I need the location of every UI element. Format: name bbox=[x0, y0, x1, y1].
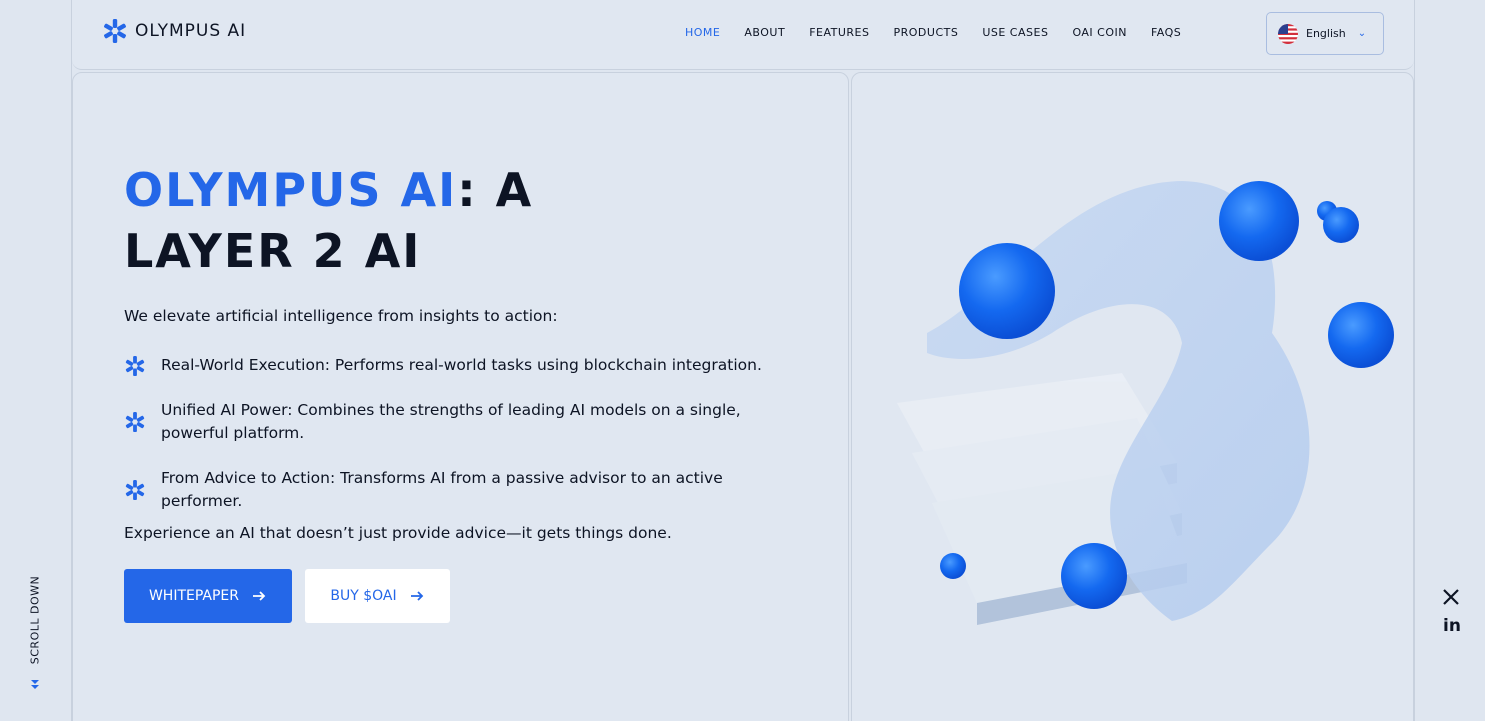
nav-products[interactable]: PRODUCTS bbox=[893, 26, 958, 39]
blue-sphere bbox=[1219, 181, 1299, 261]
asterisk-logo-icon bbox=[104, 19, 126, 43]
feature-text: Unified AI Power: Combines the strengths… bbox=[161, 401, 741, 442]
nav-home[interactable]: HOME bbox=[685, 26, 720, 39]
nav-about[interactable]: ABOUT bbox=[744, 26, 785, 39]
hero-title-rest-line1: : A bbox=[457, 163, 534, 217]
frame-right-line bbox=[1414, 0, 1415, 721]
hero-intro: We elevate artificial intelligence from … bbox=[124, 307, 558, 325]
nav-use-cases[interactable]: USE CASES bbox=[982, 26, 1048, 39]
feature-text: From Advice to Action: Transforms AI fro… bbox=[161, 469, 723, 510]
arrow-right-icon bbox=[410, 591, 423, 601]
nav-features[interactable]: FEATURES bbox=[809, 26, 869, 39]
hero-closing: Experience an AI that doesn’t just provi… bbox=[124, 524, 672, 542]
blue-sphere bbox=[940, 553, 966, 579]
language-label: English bbox=[1306, 27, 1346, 40]
blue-sphere bbox=[1323, 207, 1359, 243]
whitepaper-button[interactable]: WHITEPAPER bbox=[124, 569, 292, 623]
blue-sphere bbox=[959, 243, 1055, 339]
whitepaper-label: WHITEPAPER bbox=[148, 588, 240, 604]
site-header: OLYMPUS AI HOME ABOUT FEATURES PRODUCTS … bbox=[72, 0, 1414, 70]
main-nav: HOME ABOUT FEATURES PRODUCTS USE CASES O… bbox=[685, 26, 1205, 39]
chevron-down-icon: ⌄ bbox=[1357, 28, 1367, 39]
feature-text: Real-World Execution: Performs real-worl… bbox=[161, 356, 762, 374]
asterisk-bullet-icon bbox=[125, 480, 145, 500]
hero-title: OLYMPUS AI: A LAYER 2 AI bbox=[124, 160, 824, 282]
hero-illustration-panel bbox=[851, 72, 1414, 721]
buy-oai-button[interactable]: BUY $OAI bbox=[305, 569, 450, 623]
arrow-right-icon bbox=[253, 591, 266, 601]
feature-item: Unified AI Power: Combines the strengths… bbox=[124, 399, 804, 445]
hero-title-accent: OLYMPUS AI bbox=[124, 163, 458, 217]
feature-list: Real-World Execution: Performs real-worl… bbox=[124, 354, 804, 535]
linkedin-icon[interactable]: in bbox=[1443, 616, 1461, 636]
scroll-down-label[interactable]: SCROLL DOWN bbox=[29, 576, 42, 664]
hero-3d-illustration bbox=[897, 181, 1394, 625]
double-chevron-down-icon[interactable] bbox=[29, 679, 41, 691]
nav-faqs[interactable]: FAQS bbox=[1151, 26, 1181, 39]
brand-name: OLYMPUS AI bbox=[135, 21, 247, 41]
x-icon[interactable] bbox=[1442, 588, 1460, 606]
nav-oai-coin[interactable]: OAI COIN bbox=[1072, 26, 1127, 39]
logo[interactable]: OLYMPUS AI bbox=[102, 18, 246, 44]
hero-title-rest-line2: LAYER 2 AI bbox=[124, 224, 422, 278]
blue-sphere bbox=[1061, 543, 1127, 609]
asterisk-bullet-icon bbox=[125, 412, 145, 432]
buy-oai-label: BUY $OAI bbox=[330, 588, 397, 604]
feature-item: From Advice to Action: Transforms AI fro… bbox=[124, 467, 804, 513]
language-selector[interactable]: English ⌄ bbox=[1266, 12, 1384, 55]
us-flag-icon bbox=[1278, 23, 1298, 44]
asterisk-bullet-icon bbox=[125, 355, 145, 376]
blue-sphere bbox=[1328, 302, 1394, 368]
feature-item: Real-World Execution: Performs real-worl… bbox=[124, 354, 804, 377]
